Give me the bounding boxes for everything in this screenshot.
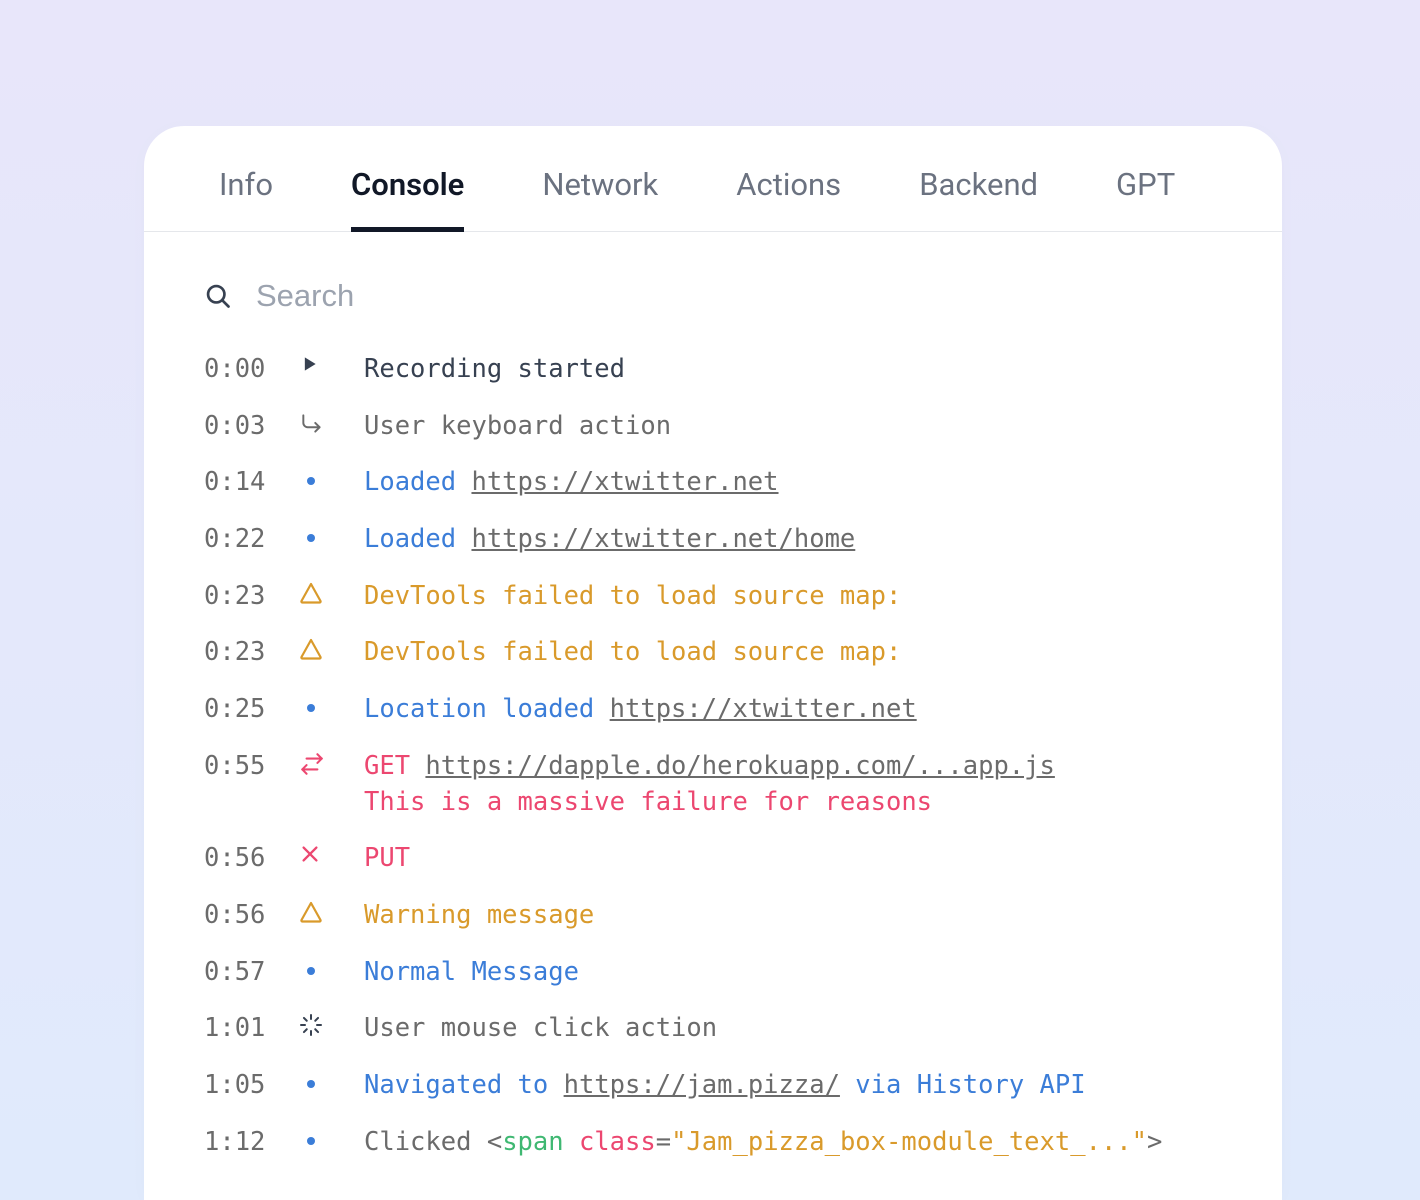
log-message: User keyboard action <box>364 409 1222 445</box>
log-row[interactable]: 1:12 Clicked <span class="Jam_pizza_box-m… <box>204 1125 1222 1161</box>
log-text: span <box>502 1127 579 1157</box>
log-text: This is a massive failure for reasons <box>364 787 932 817</box>
devtools-panel: Info Console Network Actions Backend GPT… <box>144 126 1282 1200</box>
log-text: GET <box>364 751 425 781</box>
log-text: class <box>579 1127 656 1157</box>
spinner-icon <box>299 1011 364 1037</box>
log-row[interactable]: 0:22 Loaded https://xtwitter.net/home <box>204 522 1222 558</box>
log-timestamp: 0:03 <box>204 409 299 445</box>
search-input[interactable] <box>256 278 656 314</box>
log-message: Warning message <box>364 898 1222 934</box>
warn-icon <box>299 898 364 924</box>
log-text: DevTools failed to load source map: <box>364 637 901 667</box>
log-row[interactable]: 0:14 Loaded https://xtwitter.net <box>204 465 1222 501</box>
log-text: via History API <box>840 1070 1086 1100</box>
log-row[interactable]: 0:25 Location loaded https://xtwitter.net <box>204 692 1222 728</box>
log-timestamp: 0:22 <box>204 522 299 558</box>
dot-icon <box>299 692 364 712</box>
log-row[interactable]: 0:55 GET https://dapple.do/herokuapp.com/… <box>204 749 1222 820</box>
log-message: Recording started <box>364 352 1222 388</box>
log-message: Navigated to https://jam.pizza/ via Hist… <box>364 1068 1222 1104</box>
console-log: 0:00 Recording started 0:03 User keyboard a… <box>144 332 1282 1160</box>
log-link[interactable]: https://xtwitter.net/home <box>471 524 855 554</box>
play-icon <box>299 352 364 374</box>
search-bar <box>144 232 1282 332</box>
dot-icon <box>299 1068 364 1088</box>
log-text: Warning message <box>364 900 594 930</box>
log-text: Recording started <box>364 354 625 384</box>
tab-network[interactable]: Network <box>542 166 658 231</box>
log-row[interactable]: 1:01 User mouse click action <box>204 1011 1222 1047</box>
log-timestamp: 0:23 <box>204 635 299 671</box>
dot-icon <box>299 955 364 975</box>
log-row[interactable]: 0:00 Recording started <box>204 352 1222 388</box>
log-message: Loaded https://xtwitter.net/home <box>364 522 1222 558</box>
tab-backend[interactable]: Backend <box>919 166 1038 231</box>
log-timestamp: 0:23 <box>204 579 299 615</box>
warn-icon <box>299 635 364 661</box>
log-timestamp: 1:01 <box>204 1011 299 1047</box>
log-text: Clicked <box>364 1127 487 1157</box>
log-row[interactable]: 0:23 DevTools failed to load source map: <box>204 579 1222 615</box>
log-timestamp: 0:55 <box>204 749 299 785</box>
log-message: PUT <box>364 841 1222 877</box>
log-text: "Jam_pizza_box-module_text_..." <box>671 1127 1147 1157</box>
log-link[interactable]: https://xtwitter.net <box>610 694 917 724</box>
log-row[interactable]: 0:23 DevTools failed to load source map: <box>204 635 1222 671</box>
log-text: < <box>487 1127 502 1157</box>
log-row[interactable]: 0:56 PUT <box>204 841 1222 877</box>
log-timestamp: 1:05 <box>204 1068 299 1104</box>
log-message: GET https://dapple.do/herokuapp.com/...a… <box>364 749 1222 820</box>
log-text: User keyboard action <box>364 411 671 441</box>
log-timestamp: 0:57 <box>204 955 299 991</box>
log-link[interactable]: https://dapple.do/herokuapp.com/...app.j… <box>425 751 1054 781</box>
dot-icon <box>299 1125 364 1145</box>
dot-icon <box>299 465 364 485</box>
search-icon <box>204 282 232 310</box>
log-message: User mouse click action <box>364 1011 1222 1047</box>
swap-icon <box>299 749 364 777</box>
log-timestamp: 0:56 <box>204 841 299 877</box>
dot-icon <box>299 522 364 542</box>
log-timestamp: 1:12 <box>204 1125 299 1161</box>
log-text: Loaded <box>364 524 471 554</box>
log-message: Loaded https://xtwitter.net <box>364 465 1222 501</box>
tab-actions[interactable]: Actions <box>736 166 841 231</box>
log-text: Normal Message <box>364 957 579 987</box>
log-link[interactable]: https://jam.pizza/ <box>564 1070 840 1100</box>
log-message: Location loaded https://xtwitter.net <box>364 692 1222 728</box>
log-row[interactable]: 0:56 Warning message <box>204 898 1222 934</box>
log-message: Clicked <span class="Jam_pizza_box-modul… <box>364 1125 1222 1161</box>
log-row[interactable]: 1:05 Navigated to https://jam.pizza/ via … <box>204 1068 1222 1104</box>
log-text: User mouse click action <box>364 1013 717 1043</box>
log-row[interactable]: 0:03 User keyboard action <box>204 409 1222 445</box>
tab-info[interactable]: Info <box>219 166 273 231</box>
tab-gpt[interactable]: GPT <box>1116 166 1175 231</box>
log-message: Normal Message <box>364 955 1222 991</box>
log-row[interactable]: 0:57 Normal Message <box>204 955 1222 991</box>
log-timestamp: 0:25 <box>204 692 299 728</box>
warn-icon <box>299 579 364 605</box>
log-text: DevTools failed to load source map: <box>364 581 901 611</box>
sub-arrow-icon <box>299 409 364 437</box>
log-text: = <box>656 1127 671 1157</box>
log-text: Navigated to <box>364 1070 564 1100</box>
log-timestamp: 0:14 <box>204 465 299 501</box>
log-timestamp: 0:00 <box>204 352 299 388</box>
tab-bar: Info Console Network Actions Backend GPT <box>144 126 1282 232</box>
log-text: Loaded <box>364 467 471 497</box>
log-text: PUT <box>364 843 410 873</box>
x-icon <box>299 841 364 865</box>
tab-console[interactable]: Console <box>351 166 464 231</box>
log-timestamp: 0:56 <box>204 898 299 934</box>
log-message: DevTools failed to load source map: <box>364 635 1222 671</box>
log-text: > <box>1147 1127 1162 1157</box>
log-text: Location loaded <box>364 694 610 724</box>
log-message: DevTools failed to load source map: <box>364 579 1222 615</box>
log-link[interactable]: https://xtwitter.net <box>471 467 778 497</box>
